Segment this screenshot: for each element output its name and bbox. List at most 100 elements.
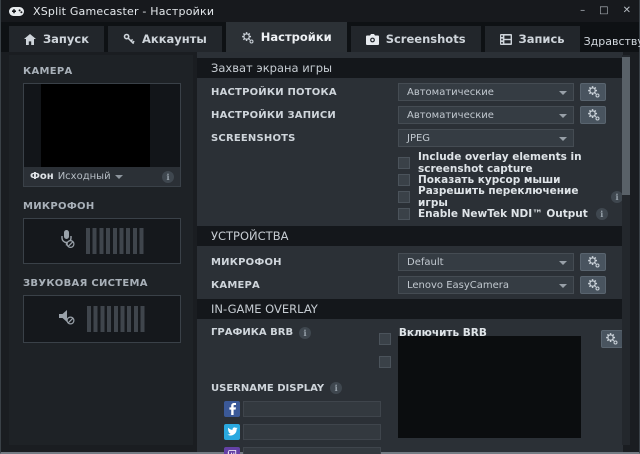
info-icon[interactable]: i: [162, 171, 174, 183]
checkbox-brb-audio[interactable]: [379, 356, 391, 368]
content-area: КАМЕРА Фон Исходный i МИКРОФОН ЗВУКОВАЯ …: [1, 52, 639, 452]
background-label: Фон: [30, 171, 54, 182]
option-include-overlay: Include overlay elements in screenshot c…: [398, 155, 623, 171]
chevron-down-icon: [559, 137, 567, 141]
microphone-section-label: МИКРОФОН: [23, 201, 193, 212]
scrollbar-track[interactable]: [622, 55, 630, 445]
tab-label: Запуск: [43, 32, 89, 46]
microphone-muted-icon[interactable]: [59, 229, 76, 253]
film-icon: [500, 34, 512, 45]
device-microphone-row: МИКРОФОН Default: [197, 253, 623, 271]
checkbox[interactable]: [398, 191, 410, 203]
brb-graphics-label: ГРАФИКА BRB: [211, 327, 293, 338]
brb-gear-button[interactable]: [601, 330, 623, 348]
facebook-icon: [224, 401, 240, 417]
greeting-text: Здравствуйте,: [584, 35, 640, 48]
device-camera-dropdown[interactable]: Lenovo EasyCamera: [398, 276, 574, 294]
tab-label: Настройки: [261, 30, 332, 44]
username-display-label: USERNAME DISPLAY: [211, 383, 324, 394]
info-icon[interactable]: i: [596, 208, 608, 220]
twitter-icon: [224, 424, 240, 440]
record-settings-label: НАСТРОЙКИ ЗАПИСИ: [197, 110, 398, 121]
tab-bar: Запуск Аккаунты Настройки Screenshots За…: [1, 22, 639, 52]
minimize-button[interactable]: –: [580, 6, 585, 16]
tab-label: Запись: [519, 32, 565, 46]
stream-settings-label: НАСТРОЙКИ ПОТОКА: [197, 87, 398, 98]
sound-level-meter: [87, 306, 147, 332]
twitter-username-input[interactable]: [243, 424, 381, 440]
device-camera-row: КАМЕРА Lenovo EasyCamera: [197, 276, 623, 294]
dropdown-value: Автоматические: [407, 87, 494, 98]
tab-label: Screenshots: [386, 32, 466, 46]
stream-settings-row: НАСТРОЙКИ ПОТОКА Автоматические: [197, 83, 623, 101]
maximize-button[interactable]: □: [599, 6, 608, 16]
username-display-block: USERNAME DISPLAY i: [197, 382, 623, 454]
dropdown-value: Lenovo EasyCamera: [407, 280, 509, 291]
gear-icon: [605, 330, 618, 349]
checkbox-label: Enable NewTek NDI™ Output: [418, 208, 588, 220]
settings-main: Захват экрана игры НАСТРОЙКИ ПОТОКА Авто…: [197, 52, 623, 452]
dropdown-value: Автоматические: [407, 110, 494, 121]
tab-accounts[interactable]: Аккаунты: [108, 26, 222, 52]
home-icon: [24, 34, 36, 45]
stream-settings-dropdown[interactable]: Автоматические: [398, 83, 574, 101]
window-title: XSplit Gamecaster - Настройки: [33, 5, 214, 18]
twitch-icon: [224, 447, 240, 454]
twitter-username-row: [224, 424, 623, 440]
camera-background-dropdown[interactable]: Фон Исходный i: [24, 167, 180, 186]
facebook-username-row: [224, 401, 623, 417]
record-settings-gear-button[interactable]: [580, 106, 606, 124]
checkbox-enable-brb[interactable]: [379, 333, 391, 345]
camera-section-label: КАМЕРА: [23, 66, 193, 77]
xsplit-window: XSplit Gamecaster - Настройки – □ ✕ Запу…: [0, 0, 640, 454]
gamepad-icon: [9, 5, 25, 17]
sound-section-label: ЗВУКОВАЯ СИСТЕМА: [23, 278, 193, 289]
chevron-down-icon: [559, 91, 567, 95]
chevron-down-icon: [559, 284, 567, 288]
chevron-down-icon: [559, 114, 567, 118]
gear-icon: [241, 31, 254, 44]
tab-launch[interactable]: Запуск: [9, 26, 104, 52]
microphone-meter-panel: [23, 218, 181, 264]
account-menu[interactable]: Здравствуйте, rrjqpdwq@anonmai...: [584, 35, 640, 52]
scrollbar-thumb[interactable]: [622, 57, 630, 195]
checkbox[interactable]: [398, 174, 410, 186]
stream-settings-gear-button[interactable]: [580, 83, 606, 101]
microphone-level-meter: [86, 228, 146, 254]
key-icon: [123, 33, 135, 45]
camera-preview-panel: Фон Исходный i: [23, 83, 181, 187]
background-value: Исходный: [58, 171, 111, 182]
dropdown-value: JPEG: [407, 133, 430, 144]
camera-gear-button[interactable]: [580, 276, 606, 294]
microphone-gear-button[interactable]: [580, 253, 606, 271]
info-icon[interactable]: i: [299, 327, 311, 339]
twitch-username-input[interactable]: [243, 447, 381, 454]
screenshots-format-dropdown[interactable]: JPEG: [398, 129, 574, 147]
info-icon[interactable]: i: [330, 382, 342, 394]
device-camera-label: КАМЕРА: [197, 280, 398, 291]
gear-icon: [587, 106, 600, 125]
titlebar: XSplit Gamecaster - Настройки – □ ✕: [1, 0, 639, 22]
device-microphone-dropdown[interactable]: Default: [398, 253, 574, 271]
checkbox[interactable]: [398, 157, 410, 169]
facebook-username-input[interactable]: [243, 401, 381, 417]
record-settings-row: НАСТРОЙКИ ЗАПИСИ Автоматические: [197, 106, 623, 124]
gear-icon: [587, 253, 600, 272]
screenshots-row: SCREENSHOTS JPEG: [197, 129, 623, 147]
speaker-muted-icon[interactable]: [58, 308, 77, 330]
tab-settings[interactable]: Настройки: [226, 22, 347, 52]
gear-icon: [587, 276, 600, 295]
checkbox[interactable]: [398, 208, 410, 220]
camera-preview: [41, 84, 150, 169]
tab-record[interactable]: Запись: [485, 26, 580, 52]
tab-screenshots[interactable]: Screenshots: [351, 26, 481, 52]
dropdown-value: Default: [407, 257, 444, 268]
gear-icon: [587, 83, 600, 102]
record-settings-dropdown[interactable]: Автоматические: [398, 106, 574, 124]
section-header-game-capture: Захват экрана игры: [197, 58, 623, 78]
checkbox-label: Разрешить переключение игры: [418, 185, 603, 209]
camera-icon: [366, 34, 379, 45]
device-microphone-label: МИКРОФОН: [197, 257, 398, 268]
close-button[interactable]: ✕: [623, 6, 631, 16]
chevron-down-icon: [559, 261, 567, 265]
